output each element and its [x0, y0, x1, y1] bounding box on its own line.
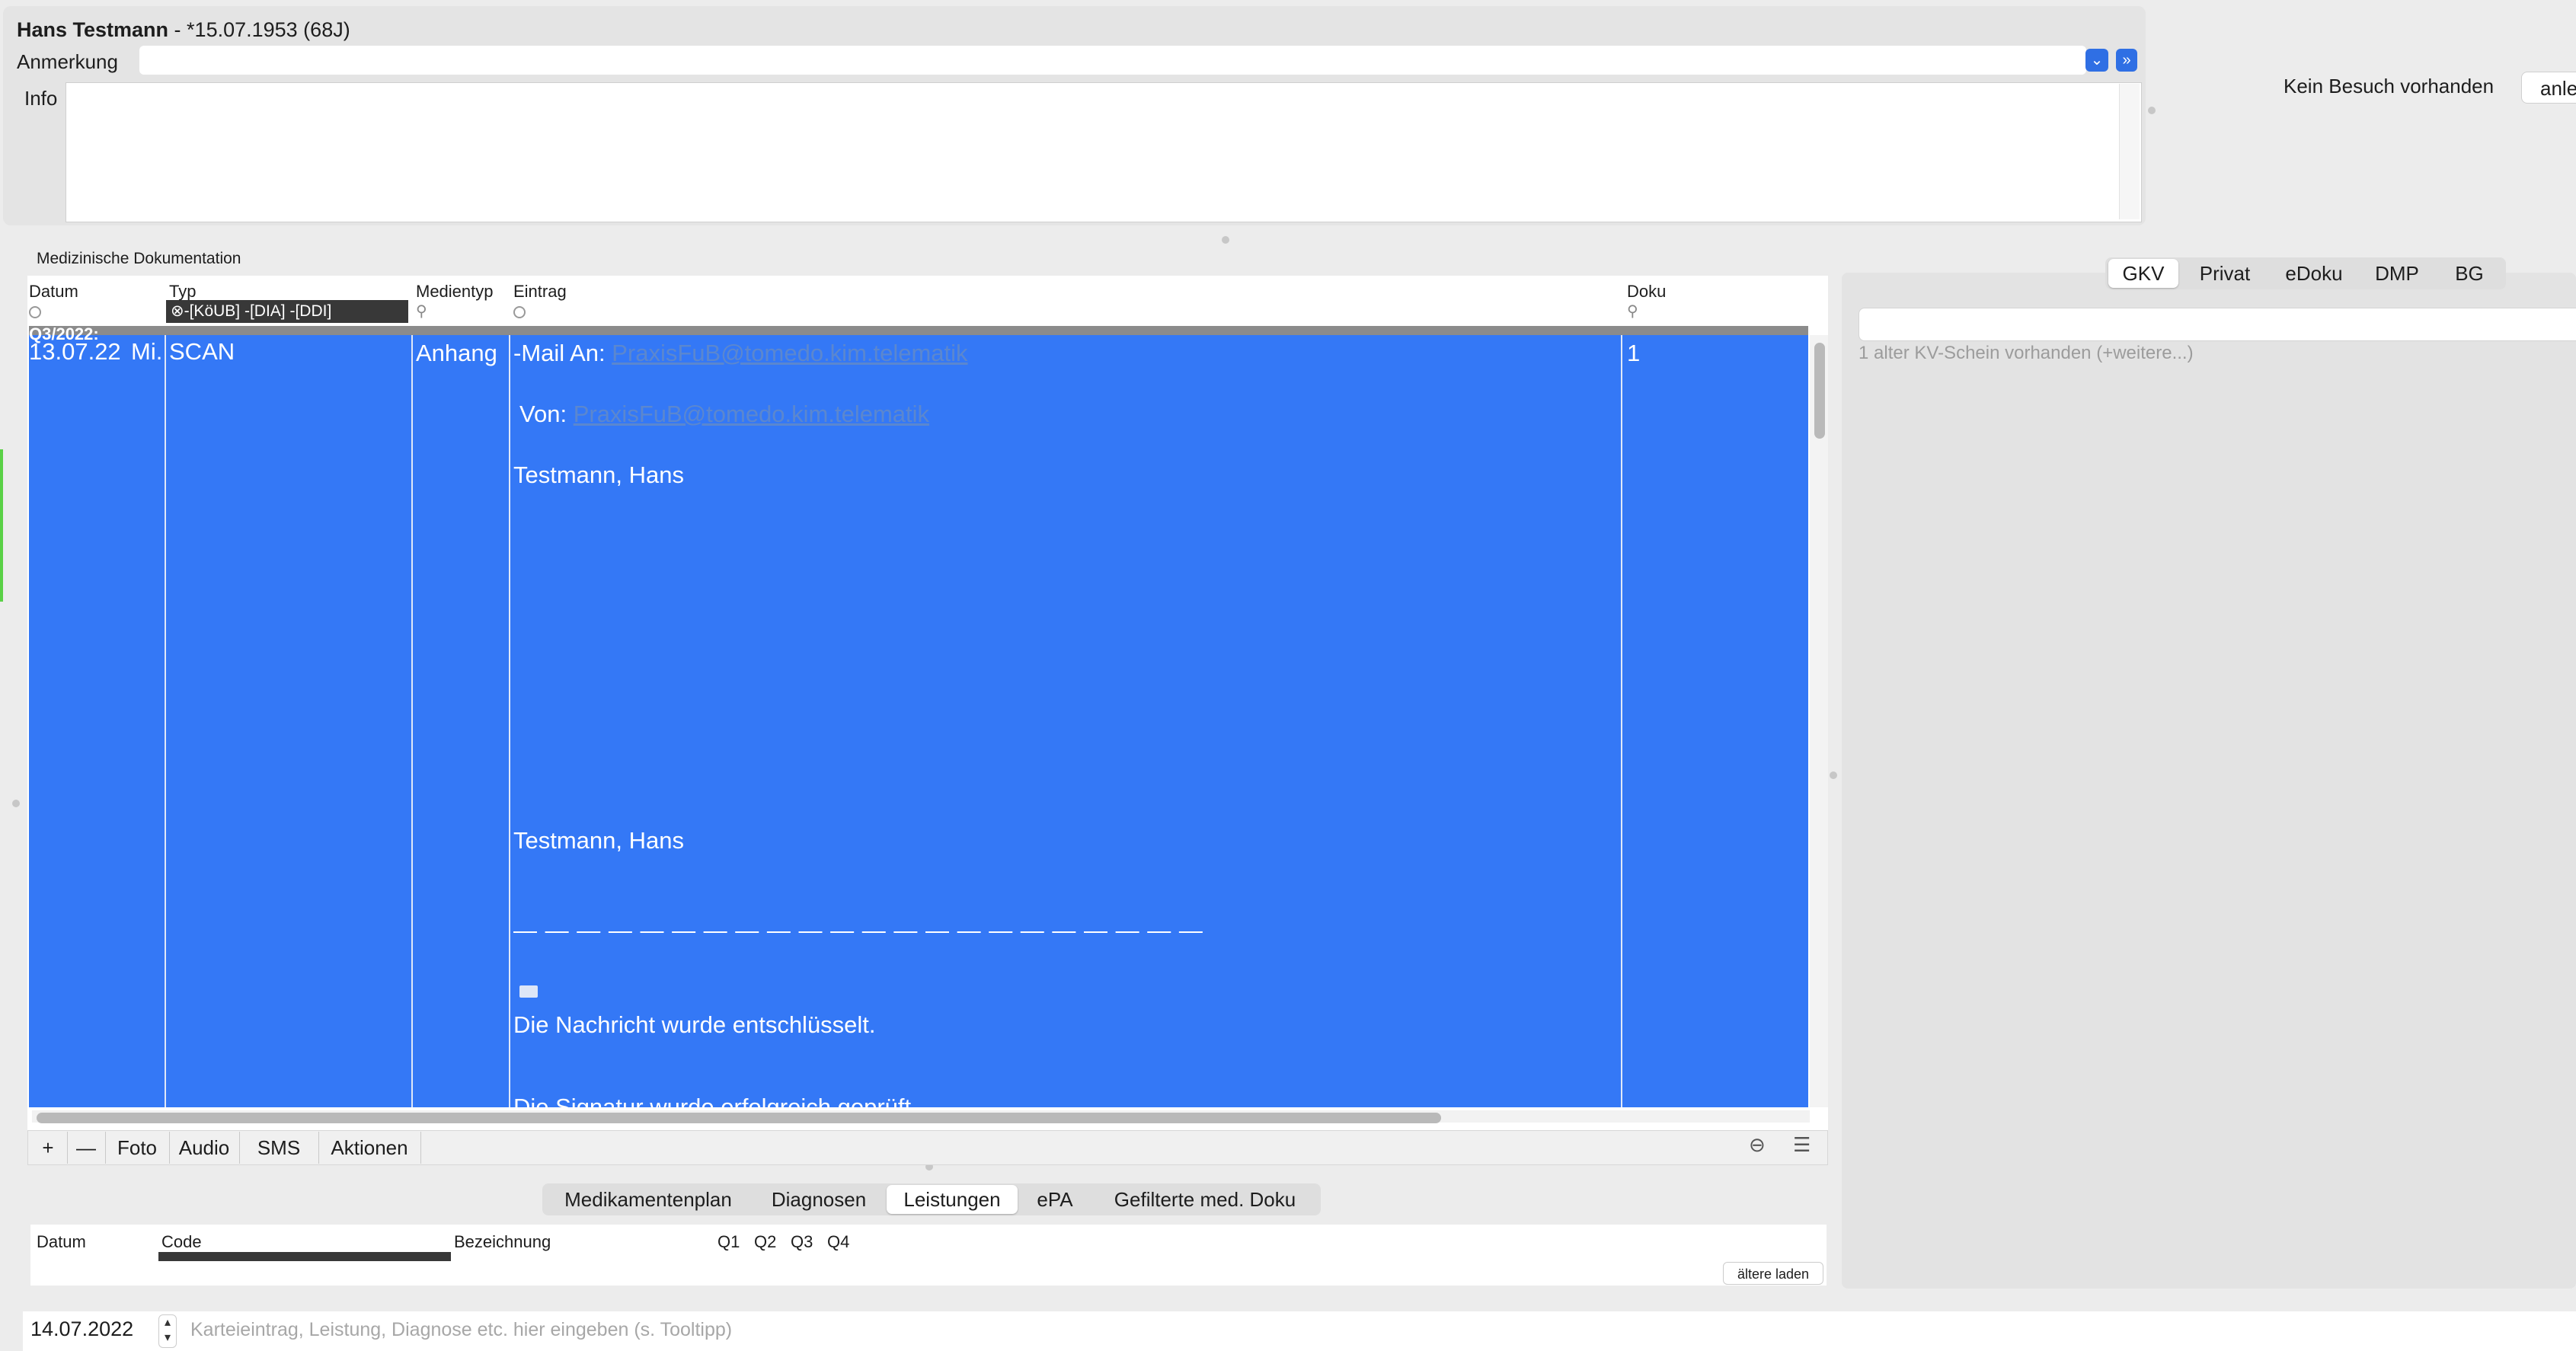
- column-divider: [165, 335, 166, 1107]
- status-indicator-bar: [0, 449, 3, 602]
- options-icon[interactable]: ⊖: [1749, 1133, 1766, 1157]
- column-header-q3[interactable]: Q3: [791, 1232, 813, 1252]
- tab-edoku[interactable]: eDoku: [2271, 257, 2357, 289]
- search-icon[interactable]: ⚲: [1627, 302, 1638, 321]
- column-header-medientyp[interactable]: Medientyp: [416, 282, 494, 302]
- row-cut-text-clip: Die Signatur wurde erfolgreich geprüft: [513, 1097, 1625, 1107]
- tab-diagnosen[interactable]: Diagnosen: [754, 1183, 884, 1215]
- column-divider: [411, 335, 413, 1107]
- splitter-handle[interactable]: [1222, 236, 1229, 244]
- column-header-bezeichnung[interactable]: Bezeichnung: [454, 1232, 551, 1252]
- mail-to-prefix: -Mail An:: [513, 340, 612, 366]
- row-typ: SCAN: [169, 338, 235, 365]
- column-divider: [509, 335, 510, 1107]
- header-separator: [29, 326, 1808, 335]
- splitter-handle[interactable]: [1830, 771, 1837, 779]
- create-visit-button[interactable]: anle: [2521, 72, 2576, 104]
- column-header-q4[interactable]: Q4: [827, 1232, 849, 1252]
- double-chevron-down-icon[interactable]: »: [2116, 49, 2137, 72]
- row-weekday: Mi.: [131, 338, 163, 365]
- column-header-typ[interactable]: Typ: [169, 282, 196, 302]
- billing-panel: [1842, 273, 2576, 1289]
- typ-filter-value: -[KöUB] -[DIA] -[DDI]: [184, 302, 332, 320]
- row-mail-to: -Mail An: PraxisFuB@tomedo.kim.telematik: [513, 340, 968, 367]
- vertical-scrollbar[interactable]: [1810, 335, 1828, 1107]
- row-mail-from: Von: PraxisFuB@tomedo.kim.telematik: [519, 401, 929, 428]
- chevron-down-icon[interactable]: ⌄: [2085, 49, 2108, 72]
- column-header-code[interactable]: Code: [161, 1232, 202, 1252]
- sms-button[interactable]: SMS: [239, 1132, 319, 1164]
- row-medientyp: Anhang: [416, 340, 497, 366]
- row-date: 13.07.22: [29, 338, 121, 365]
- tab-medikamentenplan[interactable]: Medikamentenplan: [545, 1183, 751, 1215]
- envelope-icon: [519, 985, 538, 998]
- row-doku: 1: [1627, 340, 1641, 366]
- foto-button[interactable]: Foto: [105, 1132, 170, 1164]
- section-title: Medizinische Dokumentation: [37, 250, 241, 267]
- table-row-selected[interactable]: [29, 335, 1808, 1107]
- row-message: Die Nachricht wurde entschlüsselt.: [513, 1011, 876, 1038]
- remove-button[interactable]: —: [67, 1132, 106, 1164]
- row-sender-name: Testmann, Hans: [513, 827, 684, 854]
- audio-button[interactable]: Audio: [169, 1132, 240, 1164]
- tab-leistungen[interactable]: Leistungen: [887, 1185, 1018, 1214]
- tab-privat[interactable]: Privat: [2183, 257, 2267, 289]
- tab-epa[interactable]: ePA: [1021, 1183, 1089, 1215]
- column-header-datum[interactable]: Datum: [29, 282, 78, 302]
- mail-from-prefix: Von:: [519, 401, 574, 427]
- patient-title: Hans Testmann - *15.07.1953 (68J): [17, 18, 350, 42]
- column-header-eintrag[interactable]: Eintrag: [513, 282, 567, 302]
- info-textarea[interactable]: [66, 82, 2142, 222]
- horizontal-scroll-thumb[interactable]: [37, 1113, 1441, 1123]
- filter-radio-icon[interactable]: [513, 306, 526, 318]
- typ-filter-field[interactable]: ⊗-[KöUB] -[DIA] -[DDI]: [166, 300, 408, 323]
- patient-birthdate: - *15.07.1953 (68J): [168, 18, 350, 41]
- entry-date-field[interactable]: 14.07.2022: [30, 1317, 133, 1341]
- load-older-button[interactable]: ältere laden: [1723, 1262, 1823, 1285]
- code-filter-field[interactable]: [158, 1252, 451, 1261]
- clear-filter-icon[interactable]: ⊗: [171, 302, 184, 320]
- column-header-datum[interactable]: Datum: [37, 1232, 86, 1252]
- anmerkung-field[interactable]: [139, 46, 2086, 75]
- column-header-q1[interactable]: Q1: [718, 1232, 740, 1252]
- column-header-q2[interactable]: Q2: [754, 1232, 776, 1252]
- splitter-handle[interactable]: [12, 800, 20, 807]
- splitter-handle[interactable]: [2148, 107, 2156, 114]
- add-button[interactable]: +: [29, 1132, 68, 1164]
- filter-radio-icon[interactable]: [29, 306, 41, 318]
- visit-status: Kein Besuch vorhanden: [2284, 75, 2495, 97]
- column-divider: [1621, 335, 1622, 1107]
- tab-gkv[interactable]: GKV: [2108, 259, 2178, 288]
- column-header-doku[interactable]: Doku: [1627, 282, 1666, 302]
- tab-bg[interactable]: BG: [2437, 257, 2501, 289]
- aktionen-button[interactable]: Aktionen: [318, 1132, 421, 1164]
- patient-name: Hans Testmann: [17, 18, 169, 41]
- anmerkung-label: Anmerkung: [17, 50, 118, 73]
- entry-input[interactable]: Karteieintrag, Leistung, Diagnose etc. h…: [190, 1319, 732, 1341]
- kv-schein-info[interactable]: 1 alter KV-Schein vorhanden (+weitere...…: [1858, 343, 2194, 364]
- info-label: Info: [24, 87, 58, 110]
- row-cut-text: Die Signatur wurde erfolgreich geprüft: [513, 1097, 1625, 1107]
- date-stepper[interactable]: ▴ ▾: [158, 1314, 177, 1348]
- tab-dmp[interactable]: DMP: [2361, 257, 2433, 289]
- kv-schein-field[interactable]: [1858, 308, 2576, 341]
- row-recipient-name: Testmann, Hans: [513, 462, 684, 488]
- tab-gefilterte-med-doku[interactable]: Gefilterte med. Doku: [1092, 1183, 1318, 1215]
- list-view-icon[interactable]: ☰: [1793, 1133, 1811, 1157]
- vertical-scroll-thumb[interactable]: [1814, 343, 1825, 439]
- mail-from-link[interactable]: PraxisFuB@tomedo.kim.telematik: [574, 401, 929, 427]
- mail-to-link[interactable]: PraxisFuB@tomedo.kim.telematik: [612, 340, 967, 366]
- row-divider-text: — — — — — — — — — — — — — — — — — — — — …: [513, 917, 1203, 944]
- info-scrollbar[interactable]: [2119, 84, 2140, 219]
- search-icon[interactable]: ⚲: [416, 302, 427, 321]
